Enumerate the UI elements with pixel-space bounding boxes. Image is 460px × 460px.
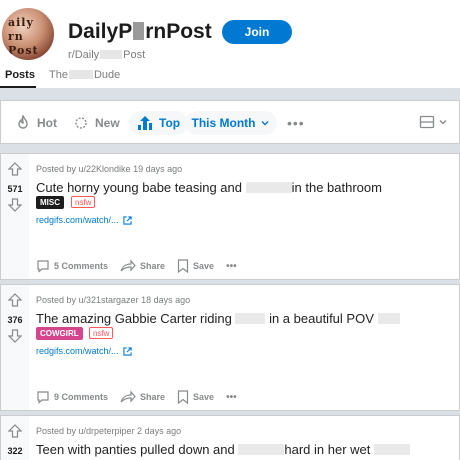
subreddit-name-part-a: r/Daily bbox=[68, 49, 100, 61]
comment-icon bbox=[37, 260, 49, 273]
time-period-dropdown[interactable]: This Month bbox=[185, 111, 277, 135]
nsfw-tag: nsfw bbox=[71, 196, 96, 208]
post-link[interactable]: redgifs.com/watch/... bbox=[36, 215, 132, 225]
bookmark-icon bbox=[177, 259, 189, 273]
redaction-block bbox=[377, 313, 400, 324]
comments-count: 9 Comments bbox=[54, 392, 109, 402]
vote-column: 571 bbox=[1, 154, 29, 279]
vote-score: 571 bbox=[7, 184, 23, 194]
post-title[interactable]: Teen with panties pulled down and hard i… bbox=[36, 442, 411, 457]
avatar-text: aily rn Post bbox=[8, 16, 39, 57]
post-title[interactable]: Cute horny young babe teasing and in the… bbox=[36, 180, 382, 195]
vote-score: 322 bbox=[7, 446, 23, 456]
vote-column: 376 bbox=[1, 285, 29, 410]
downvote-icon[interactable] bbox=[8, 198, 22, 212]
time-period-label: This Month bbox=[191, 116, 256, 130]
subreddit-tabs: Posts The Dude bbox=[0, 66, 460, 88]
post-actions: 9 Comments Share Save ••• bbox=[36, 388, 249, 406]
post-link-text: redgifs.com/watch/... bbox=[36, 346, 119, 356]
join-button[interactable]: Join bbox=[222, 20, 292, 44]
active-tab-indicator bbox=[0, 86, 36, 88]
post-more-button[interactable]: ••• bbox=[226, 392, 237, 403]
subreddit-title-part-b: rnPost bbox=[145, 20, 212, 43]
redaction-block bbox=[245, 182, 292, 193]
vote-score: 376 bbox=[7, 315, 23, 325]
tab-label-part-b: Dude bbox=[93, 69, 121, 81]
save-button[interactable]: Save bbox=[177, 390, 214, 404]
chevron-down-icon bbox=[439, 120, 447, 125]
nsfw-tag: nsfw bbox=[89, 327, 114, 339]
redaction-block bbox=[68, 70, 93, 79]
post-title[interactable]: The amazing Gabbie Carter riding in a be… bbox=[36, 311, 400, 326]
subreddit-avatar[interactable]: aily rn Post bbox=[0, 6, 56, 62]
downvote-icon[interactable] bbox=[8, 329, 22, 343]
post-title-part-a: The amazing Gabbie Carter riding bbox=[36, 311, 232, 326]
post-title-part-b: hard in her wet bbox=[284, 442, 371, 457]
flame-icon bbox=[18, 115, 28, 129]
bookmark-icon bbox=[177, 390, 189, 404]
redaction-block bbox=[133, 22, 145, 40]
post-card[interactable]: 571 Posted by u/22Klondike 19 days ago C… bbox=[0, 153, 460, 280]
save-button[interactable]: Save bbox=[177, 259, 214, 273]
post-title-part-a: Teen with panties pulled down and bbox=[36, 442, 235, 457]
post-card[interactable]: 322 Posted by u/drpeterpiper 2 days ago … bbox=[0, 415, 460, 460]
sort-hot-label: Hot bbox=[37, 116, 57, 130]
share-label: Share bbox=[140, 392, 166, 402]
share-icon bbox=[120, 390, 136, 403]
post-link-text: redgifs.com/watch/... bbox=[36, 215, 119, 225]
subreddit-title-part-a: DailyP bbox=[68, 20, 133, 43]
upvote-icon[interactable] bbox=[8, 293, 22, 307]
save-label: Save bbox=[193, 261, 215, 271]
post-flair[interactable]: COWGIRL bbox=[36, 327, 83, 340]
sort-hot[interactable]: Hot bbox=[15, 111, 57, 135]
card-view-icon bbox=[419, 115, 435, 129]
upvote-icon[interactable] bbox=[8, 424, 22, 438]
post-title-part-b: in the bathroom bbox=[291, 180, 382, 195]
external-link-icon bbox=[122, 215, 132, 225]
subreddit-title: DailyP rnPost bbox=[68, 20, 212, 44]
vote-column: 322 bbox=[1, 416, 29, 460]
comments-count: 5 Comments bbox=[54, 261, 109, 271]
post-meta[interactable]: Posted by u/22Klondike 19 days ago bbox=[36, 164, 182, 174]
save-label: Save bbox=[193, 392, 215, 402]
post-meta[interactable]: Posted by u/321stargazer 18 days ago bbox=[36, 295, 190, 305]
comments-button[interactable]: 5 Comments bbox=[36, 259, 108, 273]
sort-new-label: New bbox=[95, 116, 120, 130]
sort-new[interactable]: New bbox=[73, 111, 120, 135]
tab-label-part-a: The bbox=[49, 69, 68, 81]
sparkle-icon bbox=[75, 117, 87, 129]
share-button[interactable]: Share bbox=[120, 390, 165, 404]
share-button[interactable]: Share bbox=[120, 259, 165, 273]
share-label: Share bbox=[140, 261, 166, 271]
comment-icon bbox=[37, 391, 49, 404]
comments-button[interactable]: 9 Comments bbox=[36, 390, 108, 404]
post-actions: 5 Comments Share Save ••• bbox=[36, 257, 249, 275]
redaction-block bbox=[235, 313, 266, 324]
chevron-down-icon bbox=[261, 121, 269, 126]
post-meta[interactable]: Posted by u/drpeterpiper 2 days ago bbox=[36, 426, 181, 436]
redaction-block bbox=[238, 444, 285, 455]
sort-top[interactable]: Top bbox=[129, 111, 189, 135]
sort-top-label: Top bbox=[159, 116, 181, 130]
post-title-part-a: Cute horny young babe teasing and bbox=[36, 180, 242, 195]
subreddit-name-part-b: Post bbox=[123, 49, 146, 61]
subreddit-header: aily rn Post DailyP rnPost Join r/Daily Po… bbox=[0, 0, 460, 88]
sort-bar: Hot New Top This Month ••• bbox=[0, 100, 460, 144]
tab-posts[interactable]: Posts bbox=[5, 69, 35, 81]
more-options-button[interactable]: ••• bbox=[287, 115, 305, 131]
view-mode-dropdown[interactable] bbox=[419, 114, 448, 130]
tab-the-dude[interactable]: The Dude bbox=[49, 69, 120, 81]
upvote-icon[interactable] bbox=[8, 162, 22, 176]
redaction-block bbox=[100, 50, 123, 59]
post-flair[interactable]: MISC bbox=[36, 196, 64, 209]
post-link[interactable]: redgifs.com/watch/... bbox=[36, 346, 132, 356]
redaction-block bbox=[374, 444, 411, 455]
post-title-part-b: in a beautiful POV bbox=[269, 311, 374, 326]
share-icon bbox=[120, 259, 136, 272]
subreddit-name: r/Daily Post bbox=[68, 49, 145, 61]
post-card[interactable]: 376 Posted by u/321stargazer 18 days ago… bbox=[0, 284, 460, 411]
top-chart-icon bbox=[138, 116, 152, 130]
post-more-button[interactable]: ••• bbox=[226, 261, 237, 272]
external-link-icon bbox=[122, 346, 132, 356]
